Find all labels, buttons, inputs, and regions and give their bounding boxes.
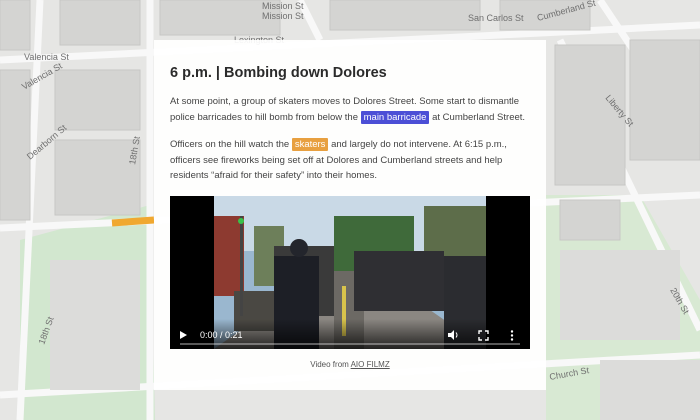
video-progress-bar[interactable] — [180, 342, 520, 345]
caption-prefix: Video from — [310, 360, 349, 369]
video-player[interactable]: 0:00 / 0:21 — [170, 195, 530, 349]
street-label-mission-2: Mission St — [262, 11, 304, 21]
section-title: 6 p.m. | Bombing down Dolores — [170, 65, 387, 81]
paragraph-1-text-end: at Cumberland Street. — [432, 111, 526, 123]
volume-icon[interactable] — [447, 329, 459, 341]
play-icon[interactable] — [180, 330, 187, 339]
video-source-link[interactable]: AIO FILMZ — [351, 360, 390, 369]
video-controls: 0:00 / 0:21 — [170, 318, 530, 349]
paragraph-2: Officers on the hill watch the skaters a… — [170, 137, 530, 184]
main-barricade-highlight[interactable]: main barricade — [360, 110, 430, 124]
video-caption: Video from AIO FILMZ — [154, 360, 546, 369]
story-card: 6 p.m. | Bombing down Dolores At some po… — [154, 40, 546, 390]
street-label-san-carlos: San Carlos St — [468, 13, 524, 23]
street-label-valencia-1: Valencia St — [24, 52, 69, 62]
paragraph-2-text: Officers on the hill watch the — [170, 139, 290, 150]
street-label-mission-1: Mission St — [262, 1, 304, 11]
fullscreen-icon[interactable] — [478, 329, 489, 341]
skaters-highlight[interactable]: skaters — [291, 138, 329, 151]
paragraph-1: At some point, a group of skaters moves … — [170, 94, 530, 125]
route-highlight — [111, 216, 155, 227]
more-options-icon[interactable] — [510, 329, 514, 341]
video-time: 0:00 / 0:21 — [200, 329, 243, 340]
